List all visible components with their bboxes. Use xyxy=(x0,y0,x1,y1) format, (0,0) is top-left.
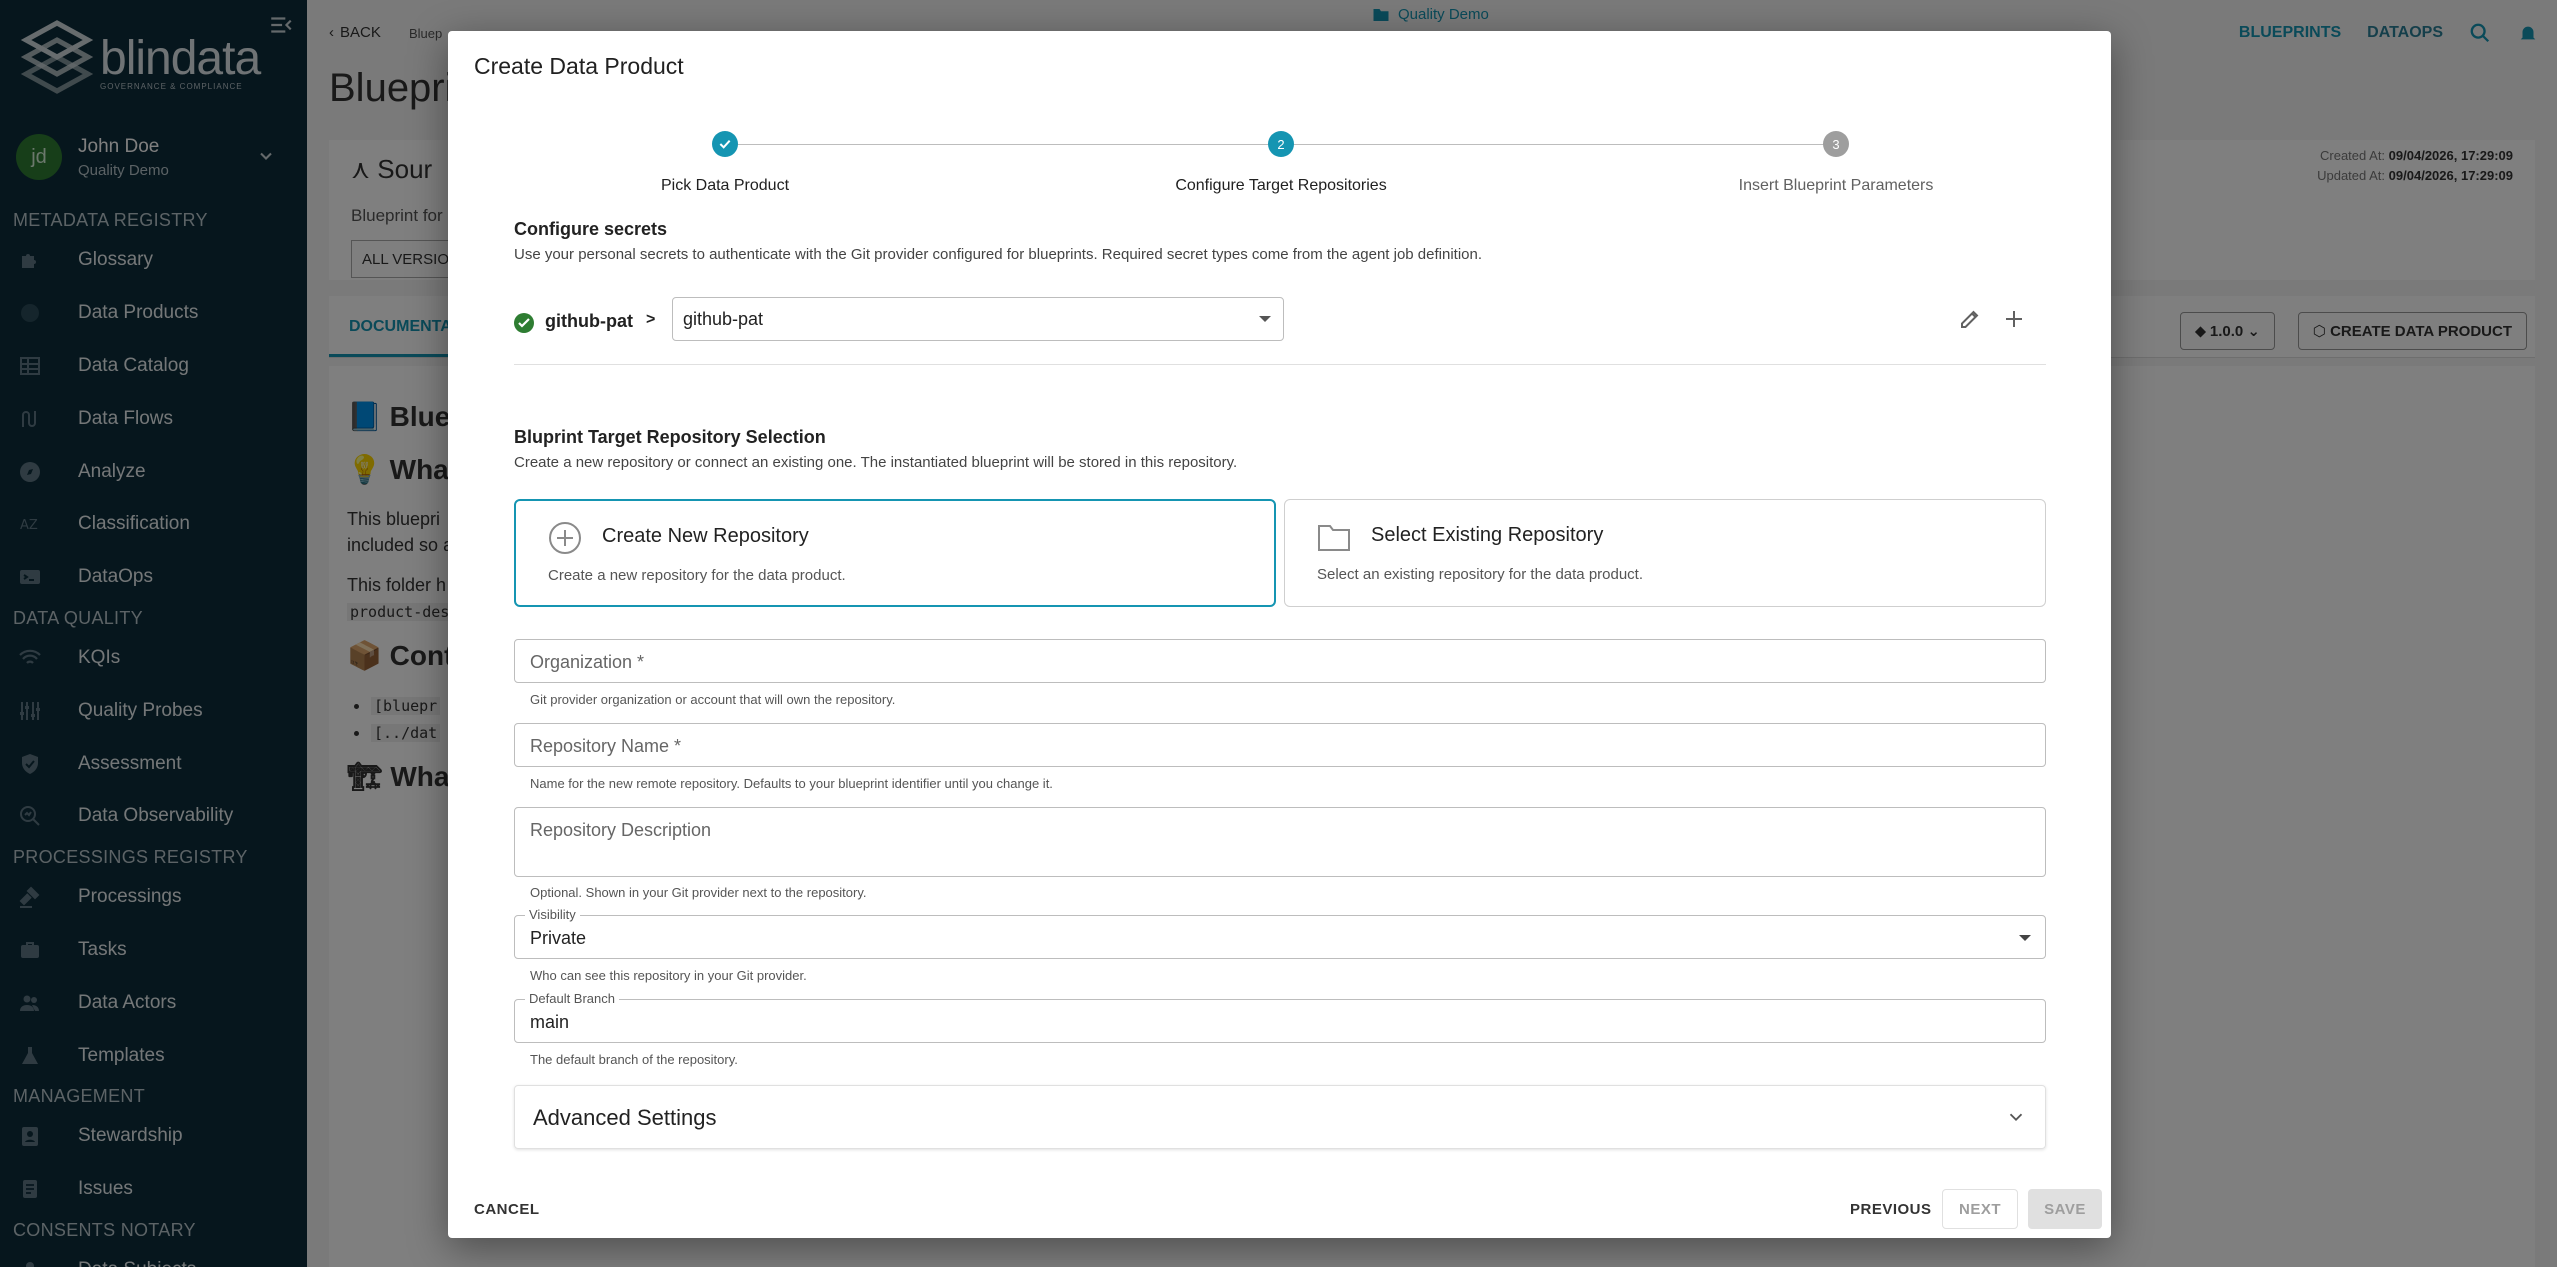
repo-options: Create New Repository Create a new repos… xyxy=(514,499,2046,607)
add-circle-icon xyxy=(549,522,581,554)
repository-name-helper: Name for the new remote repository. Defa… xyxy=(530,776,1053,791)
default-branch-field[interactable]: Default Branch main xyxy=(514,991,2046,1043)
default-branch-helper: The default branch of the repository. xyxy=(530,1052,738,1067)
secret-row: github-pat > github-pat xyxy=(514,297,2046,365)
advanced-settings-title: Advanced Settings xyxy=(533,1105,717,1130)
step-2-number: 2 xyxy=(1268,131,1294,157)
secret-type-name: github-pat xyxy=(545,311,633,331)
create-data-product-dialog: Create Data Product Pick Data Product 2 … xyxy=(448,31,2111,1238)
visibility-helper: Who can see this repository in your Git … xyxy=(530,968,807,983)
select-existing-repository-desc: Select an existing repository for the da… xyxy=(1317,566,1644,583)
create-new-repository-desc: Create a new repository for the data pro… xyxy=(548,567,846,584)
secrets-section: Configure secrets Use your personal secr… xyxy=(514,219,2046,263)
step-connector xyxy=(1293,144,1825,145)
organization-placeholder: Organization * xyxy=(530,652,645,672)
caret-down-icon xyxy=(2019,935,2031,941)
select-existing-repository-card[interactable]: Select Existing Repository Select an exi… xyxy=(1284,499,2046,607)
select-existing-repository-title: Select Existing Repository xyxy=(1371,524,1604,546)
save-button[interactable]: SAVE xyxy=(2028,1189,2102,1229)
create-new-repository-card[interactable]: Create New Repository Create a new repos… xyxy=(514,499,1276,607)
repo-selection-section: Bluprint Target Repository Selection Cre… xyxy=(514,427,1237,471)
cancel-button[interactable]: CANCEL xyxy=(464,1189,550,1229)
caret-down-icon xyxy=(1259,316,1271,322)
repository-name-field[interactable]: Repository Name * xyxy=(514,723,2046,767)
plus-icon[interactable] xyxy=(2002,307,2026,331)
secrets-title: Configure secrets xyxy=(514,219,668,239)
dialog-body: Configure secrets Use your personal secr… xyxy=(514,219,2046,1149)
step-3-label: Insert Blueprint Parameters xyxy=(1738,177,1934,194)
repo-selection-description: Create a new repository or connect an ex… xyxy=(514,454,1238,471)
visibility-label: Visibility xyxy=(525,907,580,922)
next-button[interactable]: NEXT xyxy=(1942,1189,2018,1229)
advanced-settings-accordion[interactable]: Advanced Settings xyxy=(514,1085,2046,1149)
dialog-title: Create Data Product xyxy=(474,53,684,79)
default-branch-label: Default Branch xyxy=(525,991,619,1006)
repo-selection-title: Bluprint Target Repository Selection xyxy=(514,427,826,447)
create-new-repository-title: Create New Repository xyxy=(602,525,809,547)
repository-name-placeholder: Repository Name * xyxy=(530,736,682,756)
repository-description-placeholder: Repository Description xyxy=(530,820,712,840)
previous-button[interactable]: PREVIOUS xyxy=(1840,1189,1942,1229)
secret-arrow: > xyxy=(646,311,656,328)
check-circle-icon xyxy=(514,313,534,333)
step-1-label: Pick Data Product xyxy=(660,177,790,194)
pencil-icon[interactable] xyxy=(1958,307,1982,331)
chevron-down-icon xyxy=(2009,1113,2023,1122)
secret-select-value: github-pat xyxy=(683,309,764,329)
repository-description-field[interactable]: Repository Description xyxy=(514,807,2046,877)
stepper: Pick Data Product 2 Configure Target Rep… xyxy=(448,99,2111,199)
step-1-check-icon xyxy=(712,131,738,157)
visibility-value: Private xyxy=(530,928,587,948)
step-connector xyxy=(737,144,1269,145)
folder-icon xyxy=(1318,525,1350,551)
organization-field[interactable]: Organization * xyxy=(514,639,2046,683)
repository-description-helper: Optional. Shown in your Git provider nex… xyxy=(530,885,867,900)
secret-select[interactable]: github-pat xyxy=(672,297,1284,341)
step-3-number: 3 xyxy=(1823,131,1849,157)
step-2-label: Configure Target Repositories xyxy=(1175,177,1387,194)
default-branch-value: main xyxy=(530,1012,570,1032)
organization-helper: Git provider organization or account tha… xyxy=(530,692,896,707)
visibility-select[interactable]: Visibility Private xyxy=(514,907,2046,959)
secrets-description: Use your personal secrets to authenticat… xyxy=(514,246,1483,263)
